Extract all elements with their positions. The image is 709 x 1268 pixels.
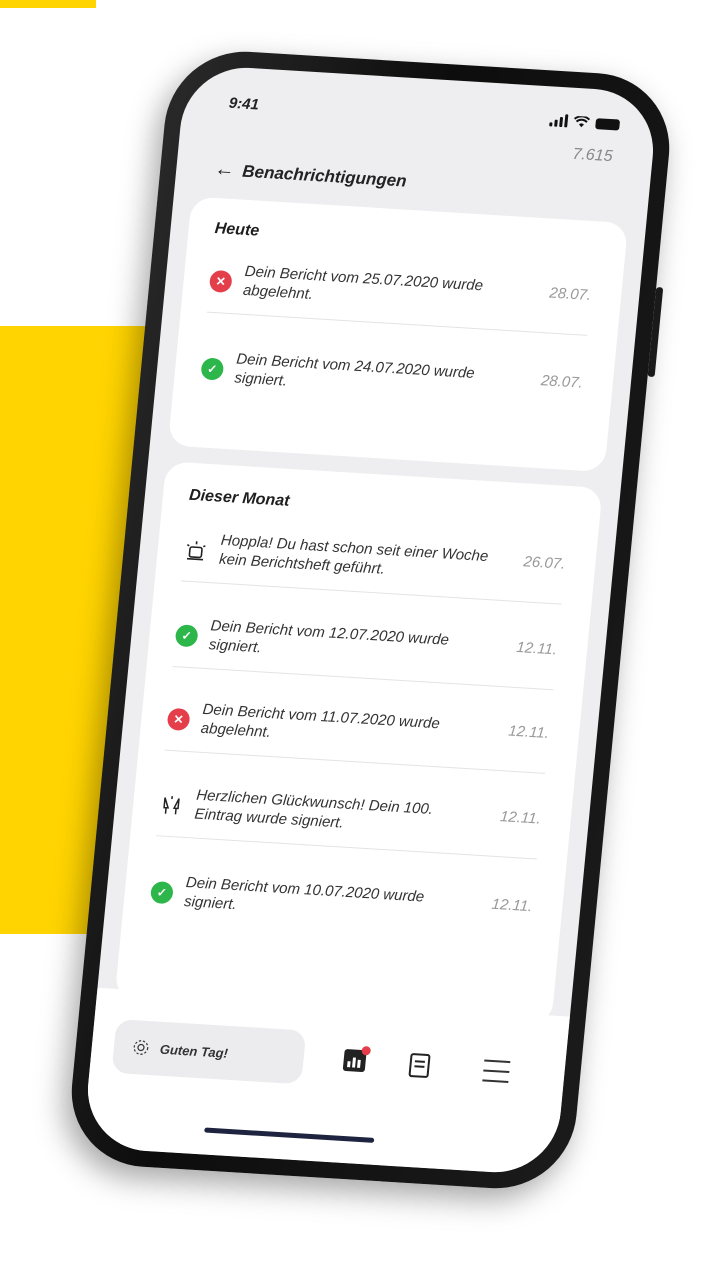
notification-date: 26.07. <box>522 553 567 573</box>
notification-date: 28.07. <box>548 284 592 305</box>
notification-date: 12.11. <box>490 895 534 916</box>
status-bar: 9:41 <box>222 92 621 138</box>
menu-icon[interactable] <box>482 1059 511 1091</box>
notification-item[interactable]: ✓ Dein Bericht vom 24.07.2020 wurde sign… <box>198 347 584 422</box>
signed-icon: ✓ <box>149 880 174 905</box>
notification-text: Dein Bericht vom 25.07.2020 wurde abgele… <box>242 262 484 304</box>
notification-counter: 7.615 <box>571 145 614 166</box>
notification-date: 12.11. <box>499 808 542 828</box>
notification-item[interactable]: Herzlichen Glückwunsch! Dein 100. Eintra… <box>156 783 542 860</box>
status-icons <box>549 112 621 131</box>
notification-item[interactable]: ✕ Dein Bericht vom 25.07.2020 wurde abge… <box>206 259 593 336</box>
signed-icon: ✓ <box>200 357 225 381</box>
gear-icon <box>133 1040 149 1055</box>
celebration-icon <box>163 796 180 815</box>
section-this-month: Dieser Monat Hoppla! Du hast schon seit … <box>114 461 603 1026</box>
back-arrow-icon[interactable]: ← <box>213 158 235 182</box>
greeting-label: Guten Tag! <box>159 1041 229 1061</box>
book-icon[interactable] <box>408 1052 431 1079</box>
notification-date: 12.11. <box>515 638 558 659</box>
decor-bar <box>0 0 96 8</box>
greeting-button[interactable]: Guten Tag! <box>111 1018 307 1085</box>
signal-icon <box>549 112 569 128</box>
notification-text: Hoppla! Du hast schon seit einer Woche k… <box>218 531 490 578</box>
alarm-icon <box>186 541 206 561</box>
notification-date: 28.07. <box>540 372 584 392</box>
notification-item[interactable]: ✓ Dein Bericht vom 12.07.2020 wurde sign… <box>172 614 559 691</box>
phone-mockup: 9:41 7.615 ← Benachrichtigungen Heute ✕ … <box>64 47 677 1193</box>
notification-dot <box>361 1046 372 1056</box>
status-time: 9:41 <box>228 94 260 114</box>
page-title: Benachrichtigungen <box>241 161 408 191</box>
bottom-nav: Guten Tag! <box>82 987 570 1176</box>
chart-icon[interactable] <box>342 1046 372 1073</box>
section-today: Heute ✕ Dein Bericht vom 25.07.2020 wurd… <box>167 196 629 473</box>
page-header: ← Benachrichtigungen <box>213 158 407 193</box>
rejected-icon: ✕ <box>208 269 233 294</box>
wifi-icon <box>573 115 591 128</box>
notification-text: Herzlichen Glückwunsch! Dein 100. Eintra… <box>193 786 434 832</box>
notification-text: Dein Bericht vom 11.07.2020 wurde abgele… <box>200 700 441 742</box>
notification-item[interactable]: ✓ Dein Bericht vom 10.07.2020 wurde sign… <box>148 871 534 946</box>
signed-icon: ✓ <box>174 624 199 648</box>
section-title: Heute <box>213 220 261 240</box>
notification-text: Dein Bericht vom 12.07.2020 wurde signie… <box>208 617 450 657</box>
notification-text: Dein Bericht vom 24.07.2020 wurde signie… <box>233 350 476 390</box>
notification-item[interactable]: Hoppla! Du hast schon seit einer Woche k… <box>180 528 567 605</box>
home-indicator <box>204 1127 375 1143</box>
notification-date: 12.11. <box>507 722 550 743</box>
section-title: Dieser Monat <box>188 486 291 510</box>
notification-text: Dein Bericht vom 10.07.2020 wurde signie… <box>183 874 425 914</box>
rejected-icon: ✕ <box>166 707 191 732</box>
battery-icon <box>595 118 621 131</box>
notification-item[interactable]: ✕ Dein Bericht vom 11.07.2020 wurde abge… <box>164 697 551 774</box>
